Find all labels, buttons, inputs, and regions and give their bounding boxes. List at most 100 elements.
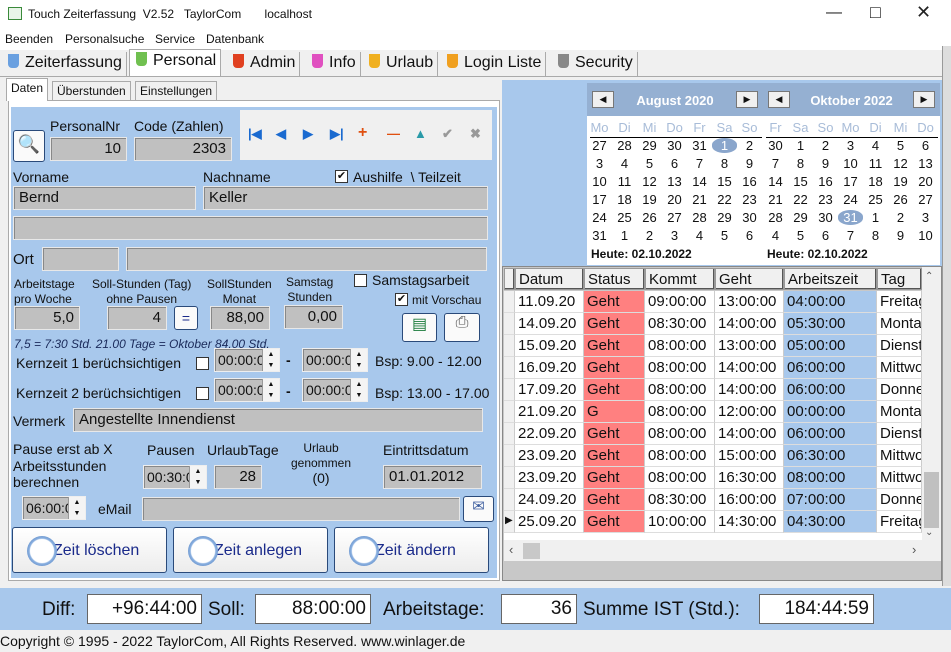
code-field[interactable]: 2303 — [134, 137, 232, 161]
calendar-day[interactable]: 16 — [737, 174, 762, 189]
email-field[interactable] — [142, 497, 460, 521]
table-cell-kommt[interactable]: 08:00:00 — [645, 467, 715, 489]
table-cell-status[interactable]: Geht — [584, 489, 645, 511]
column-header-kommt[interactable]: Kommt — [645, 268, 715, 290]
table-cell-kommt[interactable]: 08:00:00 — [645, 445, 715, 467]
calendar-day[interactable]: 18 — [612, 192, 637, 207]
table-cell-status[interactable]: Geht — [584, 467, 645, 489]
calendar-day[interactable]: 4 — [612, 156, 637, 171]
calendar-day[interactable]: 21 — [687, 192, 712, 207]
table-cell-arbeitszeit[interactable]: 08:00:00 — [784, 467, 877, 489]
calendar-day[interactable]: 2 — [737, 138, 762, 153]
close-button[interactable]: ✕ — [916, 2, 931, 23]
calendar-day[interactable]: 7 — [763, 156, 788, 171]
scroll-down-icon[interactable]: ⌄ — [925, 527, 933, 538]
spin-arrows-icon[interactable]: ▲ ▼ — [189, 466, 206, 488]
aushilfe-checkbox[interactable]: ✔ — [335, 170, 348, 183]
ort-field[interactable] — [126, 247, 487, 271]
table-cell-tag[interactable]: Freitag — [877, 291, 922, 313]
maximize-button[interactable]: □ — [870, 2, 881, 23]
calendar-day[interactable]: 6 — [662, 156, 687, 171]
today-label[interactable]: Heute: 02.10.2022 — [591, 247, 692, 261]
calendar-day[interactable]: 1 — [612, 228, 637, 243]
table-cell-datum[interactable]: 16.09.20 — [515, 357, 584, 379]
first-record-icon[interactable]: |◀ — [248, 126, 262, 142]
calendar-day[interactable]: 3 — [662, 228, 687, 243]
table-cell-status[interactable]: Geht — [584, 291, 645, 313]
calendar-day[interactable]: 25 — [863, 192, 888, 207]
calendar-day[interactable]: 10 — [838, 156, 863, 171]
table-cell-status[interactable]: Geht — [584, 511, 645, 533]
calendar-day[interactable]: 10 — [913, 228, 938, 243]
horizontal-scrollbar[interactable]: ‹ › — [504, 540, 941, 561]
personalnr-field[interactable]: 10 — [50, 137, 127, 161]
vermerk-field[interactable]: Angestellte Innendienst — [73, 408, 483, 432]
table-cell-arbeitszeit[interactable]: 06:30:00 — [784, 445, 877, 467]
table-cell-datum[interactable]: 22.09.20 — [515, 423, 584, 445]
table-cell-datum[interactable]: 24.09.20 — [515, 489, 584, 511]
calendar-day[interactable]: 24 — [587, 210, 612, 225]
today-label[interactable]: Heute: 02.10.2022 — [767, 247, 868, 261]
plz-field[interactable] — [42, 247, 119, 271]
calendar-day[interactable]: 9 — [813, 156, 838, 171]
minimize-button[interactable]: — — [826, 4, 842, 22]
calendar-day[interactable]: 30 — [737, 210, 762, 225]
calendar-next-button[interactable]: ▶ — [913, 91, 935, 108]
menu-service[interactable]: Service — [155, 32, 195, 46]
calendar-day[interactable]: 2 — [813, 138, 838, 153]
calendar-day[interactable]: 5 — [788, 228, 813, 243]
subtab-daten[interactable]: Daten — [6, 78, 49, 101]
delete-record-icon[interactable]: — — [387, 126, 400, 141]
pause-ab-spinner[interactable]: 06:00:00 ▲ ▼ — [22, 496, 86, 520]
table-cell-kommt[interactable]: 08:00:00 — [645, 423, 715, 445]
table-cell-status[interactable]: Geht — [584, 357, 645, 379]
table-cell-geht[interactable]: 13:00:00 — [715, 291, 784, 313]
tab-personal[interactable]: Personal — [129, 49, 222, 77]
calendar-day[interactable]: 23 — [813, 192, 838, 207]
calendar-day[interactable]: 1 — [863, 210, 888, 225]
table-cell-tag[interactable]: Mittwoch — [877, 445, 922, 467]
table-cell-geht[interactable]: 16:00:00 — [715, 489, 784, 511]
calendar-day[interactable]: 31 — [587, 228, 612, 243]
calendar-day[interactable]: 25 — [612, 210, 637, 225]
strasse-field[interactable] — [13, 216, 488, 240]
calendar-day[interactable]: 8 — [863, 228, 888, 243]
calendar-day[interactable]: 22 — [712, 192, 737, 207]
spin-arrows-icon[interactable]: ▲ ▼ — [68, 497, 85, 519]
calendar-day[interactable]: 1 — [712, 138, 737, 153]
table-cell-tag[interactable]: Dienstag — [877, 335, 922, 357]
table-cell-arbeitszeit[interactable]: 07:00:00 — [784, 489, 877, 511]
table-cell-arbeitszeit[interactable]: 04:00:00 — [784, 291, 877, 313]
zeit-anlegen-button[interactable]: Zeit anlegen — [173, 527, 328, 573]
table-cell-kommt[interactable]: 08:30:00 — [645, 489, 715, 511]
table-cell-kommt[interactable]: 08:00:00 — [645, 357, 715, 379]
table-cell-tag[interactable]: Montag — [877, 401, 922, 423]
calendar-day[interactable]: 31 — [687, 138, 712, 153]
calendar-day[interactable]: 3 — [838, 138, 863, 153]
scrollbar-thumb[interactable] — [523, 543, 540, 559]
calendar-day[interactable]: 16 — [813, 174, 838, 189]
table-cell-arbeitszeit[interactable]: 04:30:00 — [784, 511, 877, 533]
calendar-day[interactable]: 7 — [687, 156, 712, 171]
tab-security[interactable]: Security — [552, 52, 638, 76]
vertical-scrollbar[interactable]: ⌃ ⌄ — [922, 267, 941, 540]
table-cell-datum[interactable]: 23.09.20 — [515, 467, 584, 489]
calendar-day[interactable]: 26 — [637, 210, 662, 225]
row-indicator[interactable] — [504, 291, 515, 313]
table-cell-datum[interactable]: 25.09.20 — [515, 511, 584, 533]
table-cell-tag[interactable]: Donnerstag — [877, 379, 922, 401]
calendar-day[interactable]: 29 — [788, 210, 813, 225]
calendar-prev-button[interactable]: ◀ — [592, 91, 614, 108]
calendar-day[interactable]: 15 — [788, 174, 813, 189]
table-cell-arbeitszeit[interactable]: 06:00:00 — [784, 423, 877, 445]
table-cell-tag[interactable]: Freitag — [877, 511, 922, 533]
table-cell-geht[interactable]: 14:00:00 — [715, 313, 784, 335]
row-indicator[interactable] — [504, 357, 515, 379]
table-cell-kommt[interactable]: 08:30:00 — [645, 313, 715, 335]
zeit-aendern-button[interactable]: Zeit ändern — [334, 527, 489, 573]
kern2-checkbox[interactable] — [196, 387, 209, 400]
tab-info[interactable]: Info — [306, 52, 361, 76]
calendar-day[interactable]: 6 — [813, 228, 838, 243]
table-cell-kommt[interactable]: 08:00:00 — [645, 401, 715, 423]
post-record-icon[interactable]: ✔ — [442, 126, 453, 142]
